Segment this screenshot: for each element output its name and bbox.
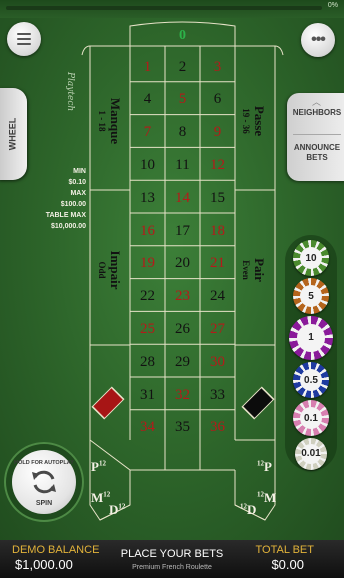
number-cell-10[interactable]: 10 <box>130 149 165 181</box>
number-cell-16[interactable]: 16 <box>130 215 165 247</box>
number-cell-30[interactable]: 30 <box>200 346 235 378</box>
number-cell-4[interactable]: 4 <box>130 84 165 116</box>
manque-range: 1 - 18 <box>97 110 107 132</box>
passe-bet[interactable]: Passe 19 - 36 <box>241 81 267 161</box>
game-name: Premium French Roulette <box>132 564 212 571</box>
spin-label: SPIN <box>35 500 53 507</box>
zero-cell[interactable]: 0 <box>130 26 235 46</box>
game-status: PLACE YOUR BETS <box>120 548 224 560</box>
number-cell-9[interactable]: 9 <box>200 117 235 149</box>
passe-range: 19 - 36 <box>241 108 251 134</box>
number-cell-22[interactable]: 22 <box>130 281 165 313</box>
balance-value: $1,000.00 <box>15 557 73 572</box>
passe-label: Passe <box>252 105 267 137</box>
number-cell-19[interactable]: 19 <box>130 248 165 280</box>
column-payout: 12 <box>98 459 106 468</box>
number-cell-1[interactable]: 1 <box>130 51 165 83</box>
number-cell-26[interactable]: 26 <box>165 313 200 345</box>
number-cell-33[interactable]: 33 <box>200 379 235 411</box>
impair-label: Impair <box>108 250 123 290</box>
chip-value-label: 1 <box>297 324 325 352</box>
number-cell-15[interactable]: 15 <box>200 182 235 214</box>
chip-value-label: 0.1 <box>299 406 323 430</box>
number-cell-5[interactable]: 5 <box>165 84 200 116</box>
number-cell-8[interactable]: 8 <box>165 117 200 149</box>
number-cell-11[interactable]: 11 <box>165 149 200 181</box>
spin-button-face: HOLD FOR AUTOPLAY SPIN <box>12 450 76 514</box>
number-cell-18[interactable]: 18 <box>200 215 235 247</box>
chip-1[interactable]: 1 <box>289 316 333 360</box>
chip-0-5[interactable]: 0.5 <box>293 362 329 398</box>
number-cell-32[interactable]: 32 <box>165 379 200 411</box>
column-bet-m-left[interactable]: M12 <box>91 490 110 506</box>
total-bet-label: TOTAL BET <box>255 544 314 556</box>
hold-for-autoplay-text: HOLD FOR AUTOPLAY <box>14 460 74 466</box>
manque-label: Manque <box>108 97 123 145</box>
column-payout: 12 <box>257 490 264 499</box>
total-bet-value: $0.00 <box>271 557 304 572</box>
chip-0-1[interactable]: 0.1 <box>293 400 329 436</box>
impair-bet[interactable]: Impair Odd <box>97 230 123 310</box>
number-cell-31[interactable]: 31 <box>130 379 165 411</box>
column-letter: D <box>247 502 257 517</box>
spin-button[interactable]: HOLD FOR AUTOPLAY SPIN <box>4 442 84 522</box>
column-bet-m-right[interactable]: 12M <box>257 490 276 506</box>
chip-value-label: 0.5 <box>299 368 323 392</box>
bottom-bar: DEMO BALANCE $1,000.00 PLACE YOUR BETS P… <box>0 540 344 578</box>
number-cell-7[interactable]: 7 <box>130 117 165 149</box>
number-cell-6[interactable]: 6 <box>200 84 235 116</box>
column-payout: 12 <box>257 459 264 468</box>
column-letter: P <box>264 459 272 474</box>
number-cell-24[interactable]: 24 <box>200 281 235 313</box>
column-payout: 12 <box>118 502 126 511</box>
impair-sub: Odd <box>97 261 107 279</box>
number-cell-2[interactable]: 2 <box>165 51 200 83</box>
number-cell-17[interactable]: 17 <box>165 215 200 247</box>
balance-label: DEMO BALANCE <box>12 544 100 556</box>
column-letter: M <box>264 490 277 505</box>
column-bet-d-left[interactable]: D12 <box>109 502 125 518</box>
column-letter: P <box>91 459 99 474</box>
chip-0-01[interactable]: 0.01 <box>295 438 327 470</box>
number-cell-21[interactable]: 21 <box>200 248 235 280</box>
pair-bet[interactable]: Pair Even <box>241 230 267 310</box>
column-bet-p-left[interactable]: P12 <box>91 459 106 475</box>
pair-label: Pair <box>252 258 267 282</box>
chip-value-label: 5 <box>299 284 323 308</box>
number-cell-36[interactable]: 36 <box>200 412 235 444</box>
number-cell-35[interactable]: 35 <box>165 412 200 444</box>
column-letter: M <box>91 490 104 505</box>
pair-sub: Even <box>241 260 251 280</box>
number-cell-28[interactable]: 28 <box>130 346 165 378</box>
number-cell-25[interactable]: 25 <box>130 313 165 345</box>
number-cell-12[interactable]: 12 <box>200 149 235 181</box>
column-letter: D <box>109 502 119 517</box>
number-cell-13[interactable]: 13 <box>130 182 165 214</box>
chip-5[interactable]: 5 <box>293 278 329 314</box>
chip-10[interactable]: 10 <box>293 240 329 276</box>
number-cell-20[interactable]: 20 <box>165 248 200 280</box>
number-cell-23[interactable]: 23 <box>165 281 200 313</box>
column-payout: 12 <box>103 490 111 499</box>
number-cell-3[interactable]: 3 <box>200 51 235 83</box>
chip-value-label: 10 <box>299 246 323 270</box>
column-bet-d-right[interactable]: 12D <box>240 502 256 518</box>
manque-bet[interactable]: Manque 1 - 18 <box>97 81 123 161</box>
column-payout: 12 <box>240 502 247 511</box>
number-cell-27[interactable]: 27 <box>200 313 235 345</box>
number-cell-14[interactable]: 14 <box>165 182 200 214</box>
chip-value-label: 0.01 <box>301 444 321 464</box>
number-cell-34[interactable]: 34 <box>130 412 165 444</box>
column-bet-p-right[interactable]: 12P <box>257 459 272 475</box>
number-cell-29[interactable]: 29 <box>165 346 200 378</box>
refresh-arrows-icon <box>32 470 56 494</box>
